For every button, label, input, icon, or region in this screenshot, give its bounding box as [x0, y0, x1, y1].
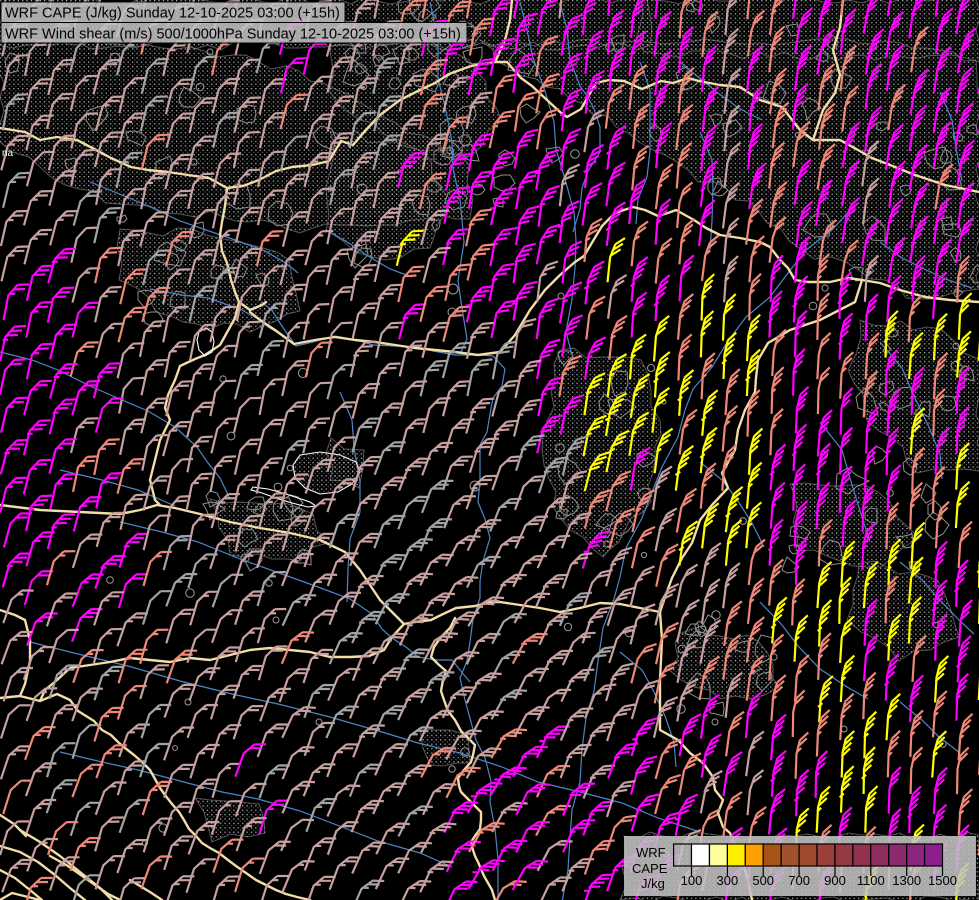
svg-text:WRF Wind shear (m/s) 500/1000h: WRF Wind shear (m/s) 500/1000hPa Sunday … — [5, 27, 461, 43]
svg-text:900: 900 — [824, 873, 846, 888]
svg-text:100: 100 — [681, 873, 703, 888]
svg-text:na: na — [2, 148, 14, 159]
svg-text:1500: 1500 — [928, 873, 957, 888]
svg-text:500: 500 — [752, 873, 774, 888]
svg-text:CAPE: CAPE — [632, 861, 668, 876]
svg-text:WRF CAPE (J/kg) Sunday 12-10-2: WRF CAPE (J/kg) Sunday 12-10-2025 03:00 … — [5, 6, 340, 22]
svg-text:1300: 1300 — [892, 873, 921, 888]
svg-text:J/kg: J/kg — [641, 876, 665, 891]
svg-text:1100: 1100 — [857, 873, 885, 888]
svg-text:700: 700 — [788, 873, 810, 888]
svg-text:WRF: WRF — [636, 845, 666, 860]
svg-text:300: 300 — [717, 873, 739, 888]
